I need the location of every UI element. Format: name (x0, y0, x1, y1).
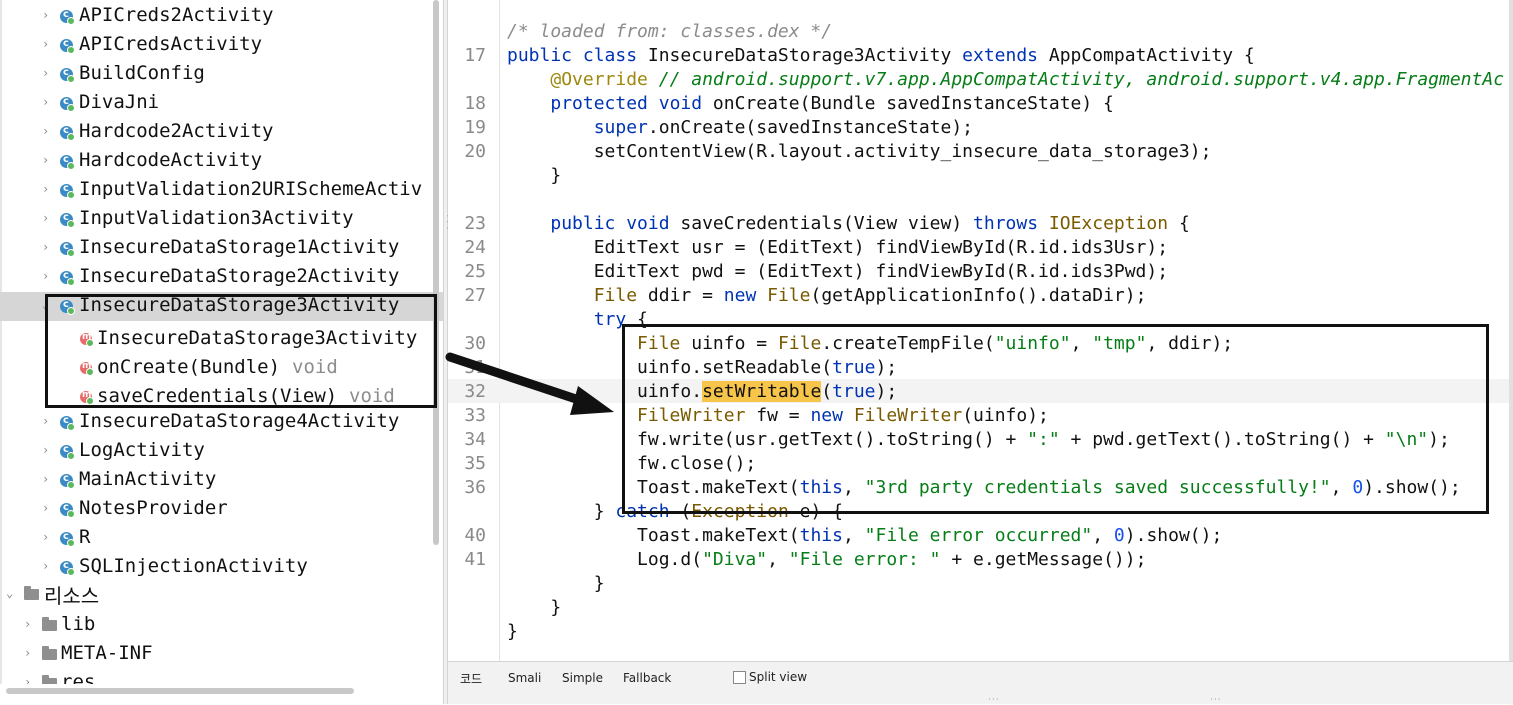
annotation-arrow-icon (445, 352, 614, 415)
